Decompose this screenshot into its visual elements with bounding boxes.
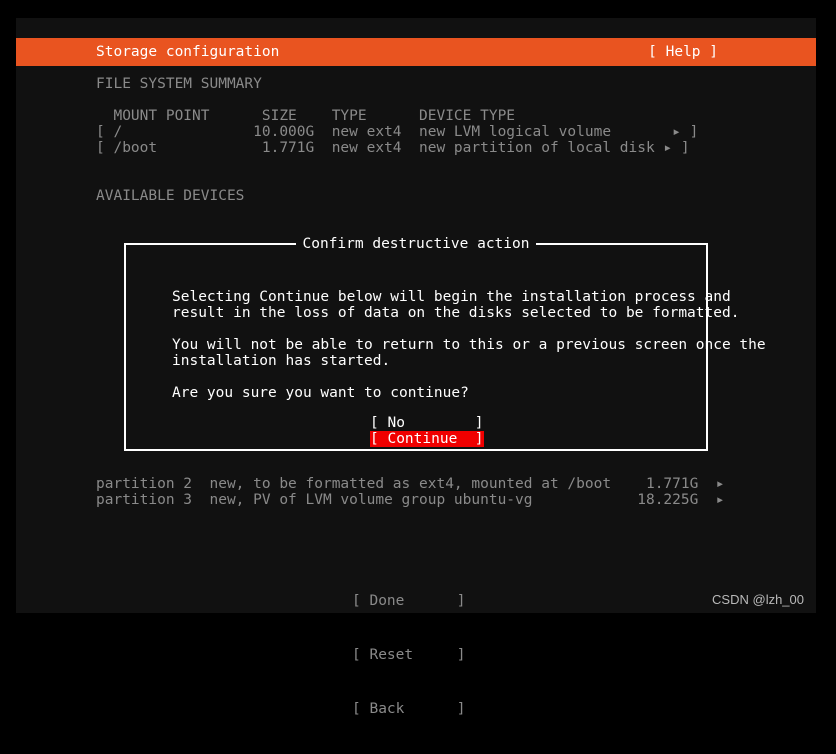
app-header-bar: Storage configuration [ Help ] [16, 38, 816, 66]
list-item[interactable]: partition 3 new, PV of LVM volume group … [96, 492, 725, 508]
terminal-console: Storage configuration [ Help ] FILE SYST… [16, 18, 816, 717]
page-title: Storage configuration [96, 44, 280, 60]
dialog-paragraph-2-line-2: installation has started. [172, 353, 391, 369]
back-button[interactable]: [ Back ] [352, 700, 466, 718]
help-button[interactable]: [ Help ] [648, 44, 718, 60]
table-row[interactable]: [ /boot 1.771G new ext4 new partition of… [96, 140, 690, 156]
dialog-question: Are you sure you want to continue? [172, 385, 469, 401]
dialog-title-container: Confirm destructive action [126, 236, 706, 252]
no-button[interactable]: [ No ] [370, 415, 484, 431]
confirm-destructive-action-dialog: Confirm destructive action Selecting Con… [124, 236, 766, 451]
dialog-button-group: [ No ] [ Continue ] [370, 415, 484, 447]
screen-root: Storage configuration [ Help ] FILE SYST… [0, 0, 836, 717]
bottom-button-group: [ Done ] [ Reset ] [ Back ] [352, 556, 466, 754]
dialog-paragraph-1-line-2: result in the loss of data on the disks … [172, 305, 740, 321]
table-row[interactable]: [ / 10.000G new ext4 new LVM logical vol… [96, 124, 698, 140]
reset-button[interactable]: [ Reset ] [352, 646, 466, 664]
fs-table-column-headers: MOUNT POINT SIZE TYPE DEVICE TYPE [96, 108, 516, 124]
list-item[interactable]: partition 2 new, to be formatted as ext4… [96, 476, 725, 492]
file-system-summary-heading: FILE SYSTEM SUMMARY [96, 76, 262, 92]
dialog-paragraph-2-line-1: You will not be able to return to this o… [172, 337, 766, 353]
dialog-title: Confirm destructive action [295, 236, 537, 252]
continue-button[interactable]: [ Continue ] [370, 431, 484, 447]
done-button[interactable]: [ Done ] [352, 592, 466, 610]
available-devices-heading: AVAILABLE DEVICES [96, 188, 245, 204]
dialog-paragraph-1-line-1: Selecting Continue below will begin the … [172, 289, 731, 305]
watermark-text: CSDN @lzh_00 [712, 592, 804, 607]
